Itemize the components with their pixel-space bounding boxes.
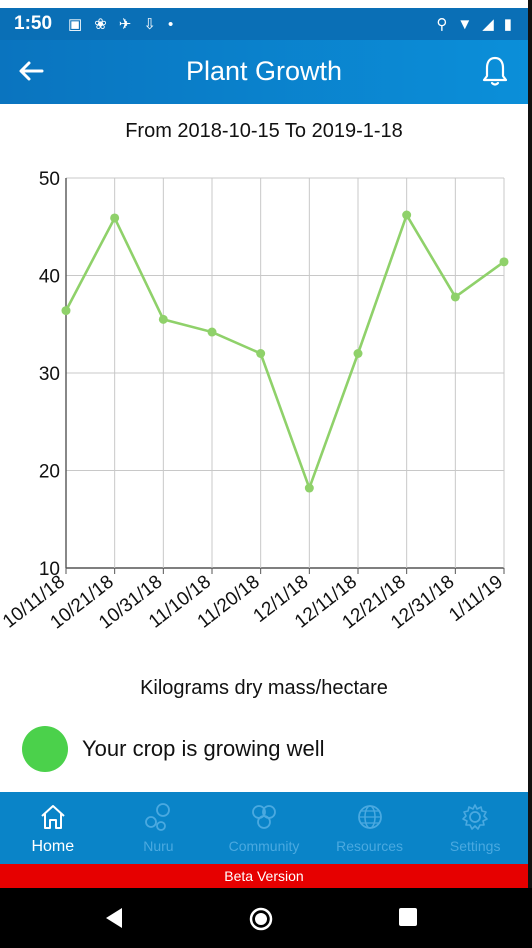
nav-settings[interactable]: Settings [422,792,528,864]
data-point [207,327,217,337]
bell-icon[interactable] [480,54,510,88]
data-point [61,306,71,316]
data-point [402,210,412,220]
data-point [499,257,509,267]
app-screen: 1:50 ▣ ❀ ✈ ⇩ • ⚲ ▼ ◢ ▮ Plant Growth From… [0,0,528,948]
home-circle-icon[interactable] [248,906,274,932]
wifi-icon: ▼ [457,15,473,33]
screen-edge [528,0,532,948]
page-title: Plant Growth [185,56,343,86]
notification-icons: ▣ ❀ ✈ ⇩ • [68,15,174,34]
nav-community[interactable]: Community [211,792,317,864]
y-axis-caption: Kilograms dry mass/hectare [140,677,388,699]
data-point [110,213,120,223]
y-tick-label: 40 [39,267,60,288]
nav-nuru-label: Nuru [143,838,174,854]
series-line [64,211,505,492]
y-tick-label: 30 [39,364,60,385]
globe-icon [357,805,382,829]
data-point [450,292,460,302]
data-point [353,349,363,358]
x-tick-label: 1/11/19 [445,571,507,626]
satellite-icon: ✈ [118,16,132,33]
community-icon [252,805,276,829]
status-indicator [22,726,68,772]
bottom-navigation: Home Nuru Community Resources Settings [0,792,528,864]
nuru-icon [145,803,171,831]
battery-icon: ▮ [503,16,512,33]
gear-icon [462,804,488,830]
nav-nuru[interactable]: Nuru [106,792,212,864]
image-icon: ▣ [68,16,83,33]
data-point [256,349,266,358]
signal-icon: ◢ [482,16,494,33]
plant-icon: ❀ [94,16,107,33]
download-icon: ⇩ [143,16,156,33]
nav-home[interactable]: Home [0,792,106,864]
nav-resources[interactable]: Resources [317,792,423,864]
nav-community-label: Community [228,838,300,854]
system-icons: ⚲ ▼ ◢ ▮ [436,15,512,34]
nav-settings-label: Settings [449,838,501,854]
app-bar: Plant Growth [0,40,528,104]
y-tick-label: 20 [39,462,60,483]
location-icon: ⚲ [436,16,448,33]
nav-home-label: Home [31,838,75,855]
dot-icon: • [167,15,174,33]
home-icon [41,805,65,829]
data-point [304,483,314,493]
status-message: Your crop is growing well [82,736,325,761]
data-point [158,314,168,324]
chart-date-range: From 2018-10-15 To 2019-1-18 [125,120,403,142]
beta-banner: Beta Version [0,864,528,888]
nav-resources-label: Resources [336,838,404,854]
back-triangle-icon[interactable] [102,906,126,930]
crop-status: Your crop is growing well [22,726,325,772]
status-time: 1:50 [14,13,53,34]
growth-chart: 1020304050 10/11/1810/21/1810/31/1811/10… [0,169,509,633]
system-navigation [0,888,532,948]
y-tick-label: 50 [39,169,60,190]
recents-square-icon[interactable] [397,906,419,928]
status-bar: 1:50 ▣ ❀ ✈ ⇩ • ⚲ ▼ ◢ ▮ [0,8,528,40]
